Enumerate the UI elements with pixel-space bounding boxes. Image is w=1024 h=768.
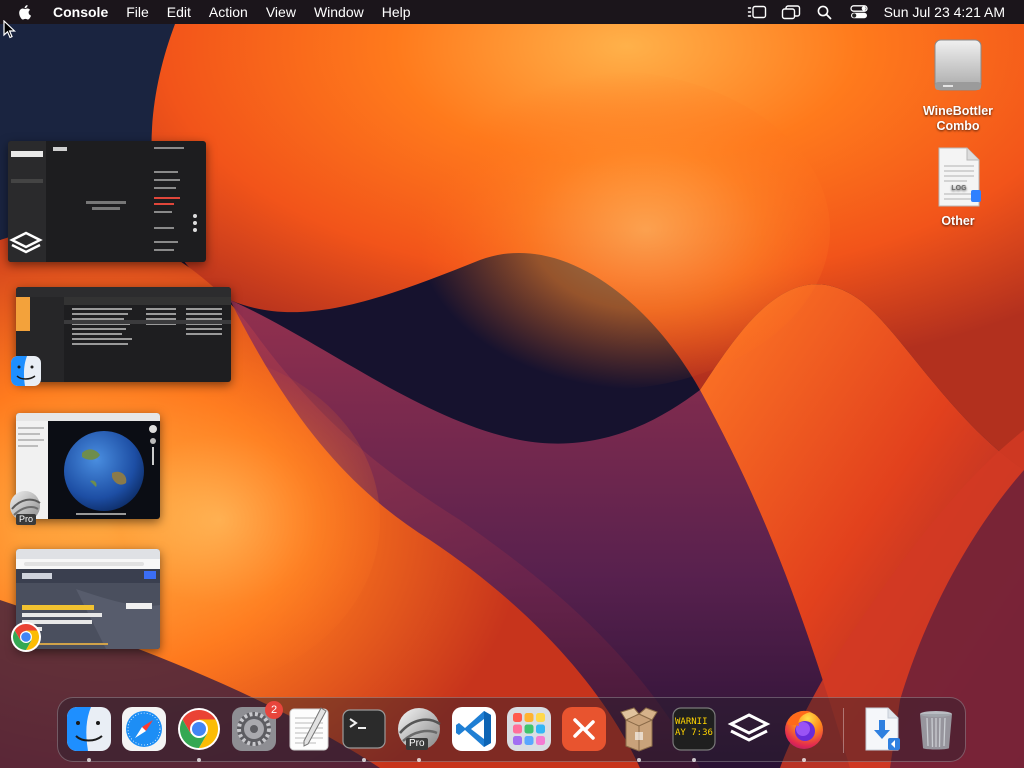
- dock-item-safari[interactable]: [121, 706, 167, 752]
- stage-window-chrome[interactable]: [11, 549, 160, 652]
- dock-item-firefox[interactable]: [781, 706, 827, 762]
- dock-item-trash[interactable]: [913, 706, 959, 752]
- parallels-toolbox-icon: [727, 713, 771, 742]
- console-log-line: WARNII: [675, 717, 708, 727]
- package-icon: [620, 707, 658, 752]
- dock-item-google-earth-pro[interactable]: Pro: [396, 706, 442, 762]
- desktop[interactable]: Console File Edit Action View Window Hel…: [0, 0, 1024, 768]
- menu-file[interactable]: File: [117, 0, 158, 24]
- console-log-line: AY 7:36: [675, 728, 713, 738]
- stage-window-finder[interactable]: [11, 287, 231, 386]
- menu-app-name[interactable]: Console: [44, 0, 117, 24]
- desktop-label-line: Combo: [936, 119, 980, 133]
- chrome-icon: [178, 708, 220, 750]
- dock-item-chrome[interactable]: [176, 706, 222, 762]
- safari-icon: [122, 707, 166, 751]
- parallels-toolbox-icon: [9, 231, 43, 254]
- desktop-label-line: WineBottler: [922, 104, 994, 118]
- chrome-icon: [11, 622, 41, 652]
- running-indicator: [197, 758, 201, 762]
- running-indicator: [692, 758, 696, 762]
- dock-item-textedit[interactable]: [286, 706, 332, 752]
- menu-help[interactable]: Help: [373, 0, 420, 24]
- finder-icon: [67, 707, 111, 751]
- dock-item-archive-utility[interactable]: [616, 706, 662, 762]
- stage-window-parallels-toolbox[interactable]: [8, 141, 206, 262]
- dock-item-terminal[interactable]: [341, 706, 387, 762]
- firefox-icon: [785, 710, 823, 749]
- finder-icon: [11, 356, 41, 386]
- dock: 2 Pro WARNII AY 7:36: [57, 697, 966, 762]
- launchpad-icon: [507, 707, 551, 751]
- dock-item-vscode[interactable]: [451, 706, 497, 752]
- running-indicator: [802, 758, 806, 762]
- dock-item-finder[interactable]: [66, 706, 112, 762]
- apple-icon: [19, 5, 31, 20]
- dock-item-remote-desktop[interactable]: [561, 706, 607, 752]
- menu-window[interactable]: Window: [305, 0, 373, 24]
- spotlight-icon[interactable]: [808, 0, 842, 24]
- google-earth-pro-icon: Pro: [8, 489, 42, 525]
- trash-icon: [920, 711, 952, 750]
- notification-badge: 2: [265, 701, 283, 719]
- menu-bar-extras: Sun Jul 23 4:21 AM: [740, 0, 1024, 24]
- running-indicator: [362, 758, 366, 762]
- desktop-item-label: Other: [941, 214, 975, 228]
- control-center-icon[interactable]: [842, 0, 876, 24]
- menu-edit[interactable]: Edit: [158, 0, 200, 24]
- wallpaper: [0, 0, 1024, 768]
- running-indicator: [417, 758, 421, 762]
- dock-item-system-settings[interactable]: 2: [231, 701, 283, 752]
- running-indicator: [87, 758, 91, 762]
- menu-bar-clock[interactable]: Sun Jul 23 4:21 AM: [876, 4, 1024, 20]
- mouse-pointer-icon: [3, 20, 16, 39]
- stage-manager-icon[interactable]: [740, 0, 774, 24]
- dock-item-downloads[interactable]: [858, 706, 904, 752]
- pro-badge: Pro: [16, 514, 37, 525]
- textedit-icon: [289, 707, 329, 751]
- terminal-icon: [342, 709, 386, 749]
- stage-window-google-earth[interactable]: Pro: [10, 413, 160, 525]
- dock-item-launchpad[interactable]: [506, 706, 552, 752]
- pro-badge: Pro: [406, 738, 428, 750]
- downloads-folder-icon: [865, 707, 900, 751]
- vscode-icon: [452, 707, 496, 751]
- stage-window-thumbnail: [16, 287, 231, 382]
- log-file-icon: LOG: [938, 147, 981, 207]
- dock-item-console[interactable]: WARNII AY 7:36: [671, 706, 717, 762]
- menu-bar: Console File Edit Action View Window Hel…: [0, 0, 1024, 24]
- file-tag: LOG: [951, 185, 967, 192]
- console-log-preview: WARNII AY 7:36: [675, 717, 713, 739]
- desktop-item-label: WineBottler Combo: [908, 104, 1008, 134]
- dock-separator: [843, 708, 844, 753]
- menu-action[interactable]: Action: [200, 0, 257, 24]
- desktop-item-other[interactable]: LOG Other: [908, 146, 1008, 229]
- drive-icon: [934, 39, 982, 91]
- dock-item-parallels-toolbox[interactable]: [726, 706, 772, 752]
- screen-mirroring-icon[interactable]: [774, 0, 808, 24]
- menu-view[interactable]: View: [257, 0, 305, 24]
- remote-desktop-icon: [562, 707, 606, 751]
- desktop-item-winebottler[interactable]: WineBottler Combo: [908, 36, 1008, 134]
- running-indicator: [637, 758, 641, 762]
